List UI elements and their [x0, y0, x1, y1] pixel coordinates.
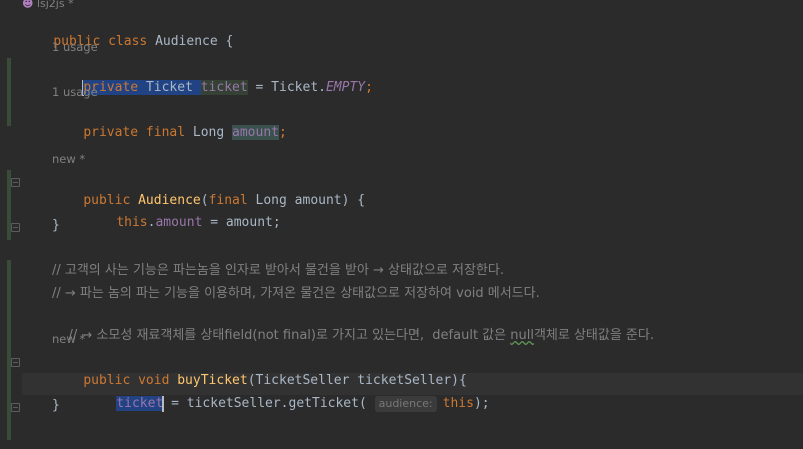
- code-line-close-brace[interactable]: }: [52, 216, 60, 236]
- code-line-constructor-body[interactable]: this.amount = amount;: [85, 193, 280, 230]
- usage-hint[interactable]: 1 usage: [52, 83, 98, 101]
- change-marker: [7, 58, 11, 126]
- author-hint[interactable]: new *: [52, 150, 85, 168]
- code-line-amount-field[interactable]: private final Long amount;: [52, 103, 287, 140]
- code-comment-3[interactable]: // → 소모성 재료객체를 상태field(not final)로 가지고 있…: [52, 306, 654, 343]
- code-line-buy-ticket[interactable]: public void buyTicket(TicketSeller ticke…: [52, 351, 467, 388]
- fold-toggle-icon[interactable]: [11, 358, 20, 367]
- code-line-class-decl[interactable]: public class Audience {: [22, 12, 233, 49]
- code-line-buy-body[interactable]: ticket = ticketSeller.getTicket( audienc…: [85, 374, 490, 412]
- code-line-constructor[interactable]: public Audience(final Long amount) {: [52, 171, 365, 208]
- user-icon: ☻: [22, 0, 34, 10]
- fold-toggle-icon[interactable]: [11, 403, 20, 412]
- code-editor[interactable]: ☻ lsj2js * public class Audience { 1 usa…: [22, 0, 803, 449]
- fold-toggle-icon[interactable]: [11, 223, 20, 232]
- author-label: lsj2js *: [36, 0, 74, 10]
- usage-hint[interactable]: 1 usage: [52, 38, 98, 56]
- parameter-hint: audience:: [374, 396, 437, 412]
- code-comment-1[interactable]: // 고객의 사는 기능은 파는놈을 인자로 받아서 물건을 받아 → 상태값으…: [52, 261, 504, 281]
- editor-gutter: [0, 0, 22, 449]
- fold-toggle-icon[interactable]: [11, 178, 20, 187]
- author-hint[interactable]: new *: [52, 330, 85, 348]
- code-comment-2[interactable]: // → 파는 놈의 파는 기능을 이용하며, 가져온 물건은 상태값으로 저장…: [52, 284, 540, 304]
- code-line-close-brace[interactable]: }: [52, 396, 60, 416]
- code-line-ticket-field[interactable]: private Ticket ticket = Ticket.EMPTY;: [52, 58, 373, 96]
- change-marker: [7, 260, 11, 440]
